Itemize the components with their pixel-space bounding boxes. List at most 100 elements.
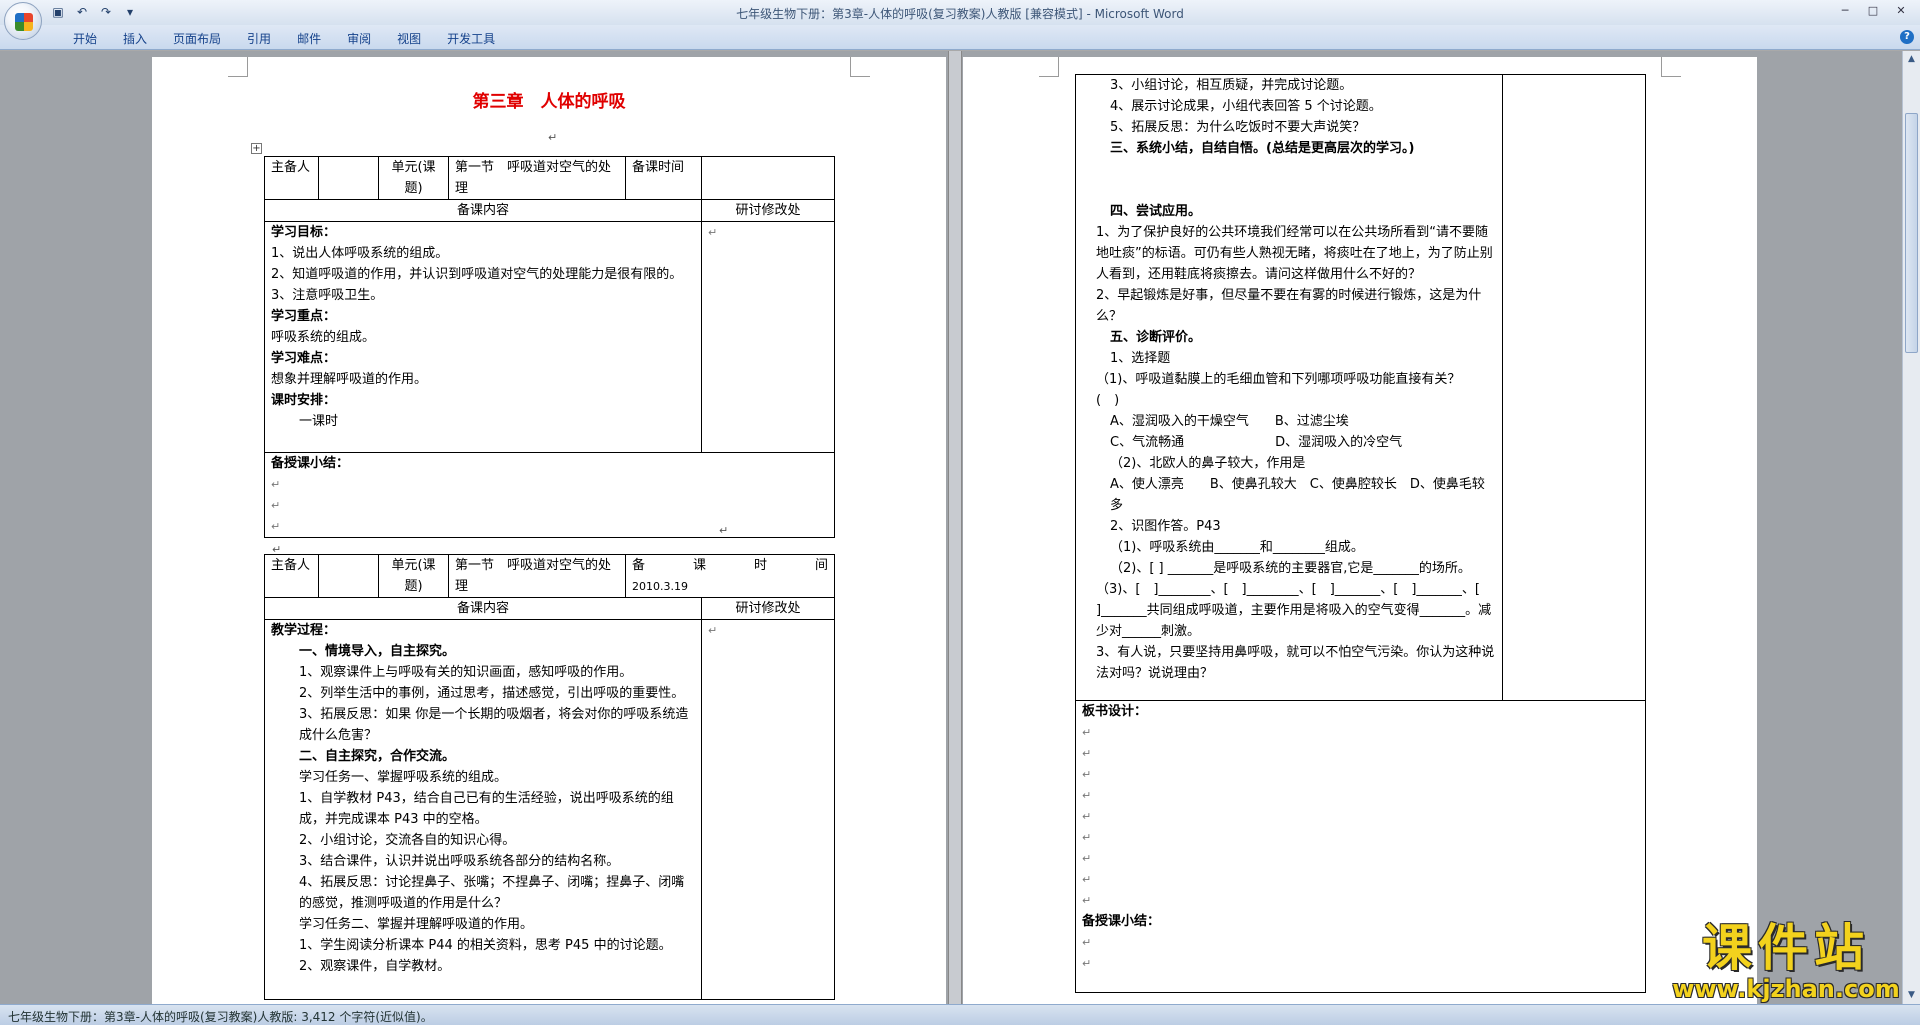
board-cell[interactable]: 板书设计： ↵ ↵ ↵ ↵ ↵ ↵ ↵ ↵ ↵ 备授课小结： ↵ ↵ [1075,700,1646,993]
content-line: （2)、北欧人的鼻子较大，作用是 [1110,456,1306,471]
content-cell[interactable]: 3、小组讨论，相互质疑，并完成讨论题。 4、展示讨论成果，小组代表回答 5 个讨论… [1075,74,1503,701]
page-divider-scrollbar[interactable] [948,51,962,1004]
content-line: 3、拓展反思：如果 你是一个长期的吸烟者，将会对你的呼吸系统造成什么危害？ [299,707,689,743]
content-line: 3、有人说，只要坚持用鼻呼吸，就可以不怕空气污染。你认为这种说法对吗？说说理由？ [1096,645,1495,681]
difficulty-item: 想象并理解呼吸道的作用。 [271,372,428,387]
window-title: 七年级生物下册：第3章-人体的呼吸(复习教案)人教版 [兼容模式] - Micr… [736,7,1184,21]
lesson-date: 2010.3.19 [632,580,688,593]
content-line: （1)、呼吸道黏膜上的毛细血管和下列哪项呼吸功能直接有关？ ( ) [1096,372,1474,408]
content-line: A、湿润吸入的干燥空气 B、过滤尘埃 [1110,414,1349,429]
tab-mailings[interactable]: 邮件 [284,30,334,47]
content-line: 2、观察课件，自学教材。 [299,959,451,974]
revise-cell[interactable] [1502,74,1646,701]
hours-title: 课时安排： [271,393,337,408]
content-line: （1)、呼吸系统由_______和________组成。 [1110,540,1364,555]
content-cell[interactable]: 学习目标： 1、说出人体呼吸系统的组成。 2、知道呼吸道的作用，并认识到呼吸道对… [264,221,702,453]
lesson-table-1: 主备人 单元(课题) 第一节 呼吸道对空气的处理 备课时间 备课内容 研讨修改处… [264,156,835,538]
watermark-logo: 课件站 [1702,919,1870,977]
content-line: 学习任务一、掌握呼吸系统的组成。 [299,770,508,785]
scrollbar-thumb[interactable] [1905,113,1918,353]
content-line: A、使人漂亮 B、使鼻孔较大 C、使鼻腔较长 D、使鼻毛较多 [1110,477,1485,513]
status-bar: 七年级生物下册：第3章-人体的呼吸(复习教案)人教版: 3,412 个字符(近似… [0,1004,1920,1025]
author-value[interactable] [318,156,379,200]
content-line: （3)、[ ]________、[ ]________、[ ]_______、[… [1096,582,1492,639]
scroll-down-icon[interactable]: ▼ [1905,989,1918,1002]
goal-item: 1、说出人体呼吸系统的组成。 [271,246,449,261]
paragraph-mark: ↵ [548,131,558,144]
content-line: 2、小组讨论，交流各自的知识心得。 [299,833,516,848]
lesson-table-2: 主备人 单元(课题) 第一节 呼吸道对空气的处理 备课时间 2010.3.19 … [264,554,836,1000]
content-header: 备课内容 [264,199,702,222]
time-value[interactable] [701,156,835,200]
title-bar: ▣ ↶ ↷ ▾ 七年级生物下册：第3章-人体的呼吸(复习教案)人教版 [兼容模式… [0,0,1920,40]
unit-label: 单元(课题) [378,554,449,598]
revise-cell[interactable]: ↵ [700,619,836,1000]
paragraph-mark: ↵ [719,524,729,537]
tab-view[interactable]: 视图 [384,30,434,47]
site-watermark: 课件站 www.kjzhan.com [1668,920,1904,1006]
key-title: 学习重点： [271,309,337,324]
content-line: 1、为了保护良好的公共环境我们经常可以在公共场所看到“请不要随地吐痰”的标语。可… [1096,225,1493,282]
content-line: 学习任务二、掌握并理解呼吸道的作用。 [299,917,534,932]
summary-title: 备授课小结： [1082,914,1161,929]
hours-item: 一课时 [299,414,339,429]
key-item: 呼吸系统的组成。 [271,330,376,345]
content-line: 1、选择题 [1110,351,1171,366]
revise-cell[interactable]: ↵ [701,221,835,453]
ribbon-tabs: 开始 插入 页面布局 引用 邮件 审阅 视图 开发工具 [60,30,508,47]
office-button[interactable] [4,2,42,40]
revise-header: 研讨修改处 [700,597,836,620]
content-line: 3、小组讨论，相互质疑，并完成讨论题。 [1110,78,1353,93]
time-cell[interactable]: 备课时间 2010.3.19 [624,554,836,598]
content-header: 备课内容 [264,597,702,620]
tab-references[interactable]: 引用 [234,30,284,47]
content-line: 一、情境导入，自主探究。 [299,644,456,659]
tab-page-layout[interactable]: 页面布局 [160,30,234,47]
unit-value: 第一节 呼吸道对空气的处理 [448,156,626,200]
content-line: 五、诊断评价。 [1110,330,1202,345]
crop-mark [850,57,870,77]
tab-developer[interactable]: 开发工具 [434,30,508,47]
time-label: 备课时间 [625,156,702,200]
vertical-scrollbar[interactable]: ▲ ▼ [1902,51,1920,1004]
page-title: 第三章 人体的呼吸 [472,92,626,112]
ribbon: 开始 插入 页面布局 引用 邮件 审阅 视图 开发工具 ? [0,25,1920,50]
goal-item: 2、知道呼吸道的作用，并认识到呼吸道对空气的处理能力是很有限的。 [271,267,683,282]
tab-home[interactable]: 开始 [60,30,110,47]
content-cell[interactable]: 教学过程： 一、情境导入，自主探究。 1、观察课件上与呼吸有关的知识画面，感知呼吸的… [264,619,702,1000]
minimize-icon[interactable]: ─ [1832,2,1858,20]
window-controls: ─ □ ✕ [1832,2,1914,20]
help-icon[interactable]: ? [1900,30,1914,44]
content-line: 2、识图作答。P43 [1110,519,1221,534]
content-line: 1、自学教材 P43，结合自己已有的生活经验，说出呼吸系统的组成，并完成课本 P… [299,791,674,827]
close-icon[interactable]: ✕ [1888,2,1914,20]
page-2[interactable]: 3、小组讨论，相互质疑，并完成讨论题。 4、展示讨论成果，小组代表回答 5 个讨论… [963,57,1757,1004]
content-line: 4、拓展反思：讨论捏鼻子、张嘴；不捏鼻子、闭嘴；捏鼻子、闭嘴的感觉，推测呼吸道的… [299,875,685,911]
page-1[interactable]: 第三章 人体的呼吸 ↵ + 主备人 单元(课题) 第一节 呼吸道对空气的处理 备… [152,57,946,1004]
table-move-handle-icon[interactable]: + [251,143,262,154]
summary-cell[interactable]: 备授课小结： ↵ ↵ ↵ [264,452,835,538]
author-label: 主备人 [264,554,319,598]
difficulty-title: 学习难点： [271,351,337,366]
status-text: 七年级生物下册：第3章-人体的呼吸(复习教案)人教版: 3,412 个字符(近似… [8,1010,433,1024]
unit-value: 第一节 呼吸道对空气的处理 [448,554,626,598]
content-line: 1、学生阅读分析课本 P44 的相关资料，思考 P45 中的讨论题。 [299,938,672,953]
content-line: （2)、[ ] _______是呼吸系统的主要器官,它是_______的场所。 [1110,561,1471,576]
crop-mark [1661,57,1681,77]
unit-label: 单元(课题) [378,156,449,200]
content-line: 教学过程： [271,623,337,638]
summary-title: 备授课小结： [271,456,350,471]
author-value[interactable] [318,554,379,598]
crop-mark [228,57,248,77]
maximize-icon[interactable]: □ [1860,2,1886,20]
lesson-table-2-continued: 3、小组讨论，相互质疑，并完成讨论题。 4、展示讨论成果，小组代表回答 5 个讨论… [1075,74,1646,993]
content-line: 4、展示讨论成果，小组代表回答 5 个讨论题。 [1110,99,1382,114]
scroll-up-icon[interactable]: ▲ [1905,53,1918,66]
office-logo-icon [15,13,33,31]
content-line: 5、拓展反思：为什么吃饭时不要大声说笑？ [1110,120,1366,135]
content-line: 三、系统小结，自结自悟。(总结是更高层次的学习。) [1110,141,1415,156]
tab-insert[interactable]: 插入 [110,30,160,47]
board-title: 板书设计： [1082,704,1148,719]
tab-review[interactable]: 审阅 [334,30,384,47]
content-line: C、气流畅通 D、湿润吸入的冷空气 [1110,435,1403,450]
